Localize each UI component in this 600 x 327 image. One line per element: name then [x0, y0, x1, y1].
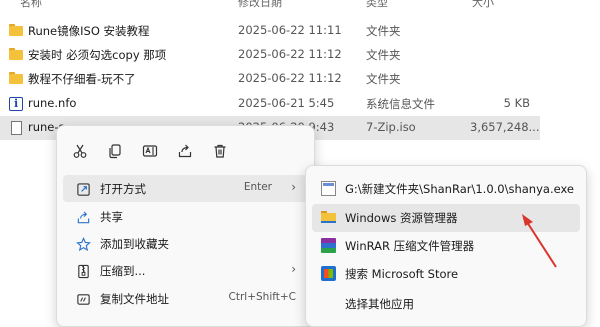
- share-icon: [75, 209, 91, 225]
- nfo-file-icon: [9, 97, 23, 111]
- app-icon: [321, 181, 336, 196]
- delete-button[interactable]: [207, 138, 233, 164]
- submenu-item-label: WinRAR 压缩文件管理器: [345, 239, 475, 253]
- column-header: 名称 修改日期 类型 大小: [0, 0, 600, 12]
- column-date[interactable]: 修改日期: [238, 0, 282, 10]
- delete-icon: [214, 144, 226, 158]
- folder-icon: [9, 24, 23, 38]
- file-date: 2025-06-22 11:12: [238, 71, 342, 85]
- file-size: 3,657,248...: [470, 120, 540, 134]
- file-type: 7-Zip.iso: [366, 120, 416, 134]
- menu-item-label: 共享: [100, 210, 123, 224]
- menu-item-compress-to[interactable]: 压缩到... ›: [63, 257, 308, 284]
- file-name: rune.nfo: [28, 96, 77, 110]
- file-row[interactable]: Rune镜像ISO 安装教程 2025-06-22 11:11 文件夹: [0, 19, 540, 43]
- file-size: 5 KB: [503, 96, 530, 110]
- menu-item-open-with[interactable]: 打开方式 Enter ›: [63, 175, 308, 202]
- file-date: 2025-06-22 11:12: [238, 47, 342, 61]
- cut-icon: [73, 144, 87, 158]
- file-name: Rune镜像ISO 安装教程: [28, 24, 150, 38]
- submenu-item-label: 搜索 Microsoft Store: [345, 267, 459, 281]
- submenu-item-label: G:\新建文件夹\ShanRar\1.0.0\shanya.exe: [345, 182, 575, 196]
- context-menu: 打开方式 Enter › 共享 添加到收藏夹 压缩到... › 复制文件地址 C…: [56, 125, 315, 327]
- menu-item-label: 添加到收藏夹: [100, 237, 169, 251]
- submenu-item-windows-explorer[interactable]: Windows 资源管理器: [312, 204, 580, 232]
- column-size[interactable]: 大小: [472, 0, 494, 10]
- explorer-icon: [321, 210, 336, 225]
- iso-file-icon: [11, 121, 22, 135]
- open-with-submenu: G:\新建文件夹\ShanRar\1.0.0\shanya.exe Window…: [305, 165, 587, 327]
- file-type: 系统信息文件: [366, 97, 435, 111]
- chevron-right-icon: ›: [291, 262, 296, 276]
- menu-item-shortcut: Ctrl+Shift+C: [228, 291, 296, 303]
- star-icon: [75, 236, 91, 252]
- submenu-item-shanya-exe[interactable]: G:\新建文件夹\ShanRar\1.0.0\shanya.exe: [312, 175, 580, 203]
- submenu-item-winrar[interactable]: WinRAR 压缩文件管理器: [312, 232, 580, 260]
- copy-button[interactable]: [102, 138, 128, 164]
- file-type: 文件夹: [366, 48, 401, 62]
- menu-item-copy-path[interactable]: 复制文件地址 Ctrl+Shift+C: [63, 285, 308, 312]
- menu-item-shortcut: Enter: [243, 181, 272, 193]
- file-type: 文件夹: [366, 72, 401, 86]
- copy-icon: [109, 144, 121, 159]
- menu-item-share[interactable]: 共享: [63, 203, 308, 230]
- rename-button[interactable]: [137, 138, 163, 164]
- file-type: 文件夹: [366, 24, 401, 38]
- share-icon: [178, 144, 192, 158]
- submenu-item-label: 选择其他应用: [345, 297, 414, 311]
- column-name[interactable]: 名称: [20, 0, 42, 10]
- chevron-right-icon: ›: [291, 180, 296, 194]
- compress-icon: [75, 263, 91, 279]
- submenu-item-label: Windows 资源管理器: [345, 211, 458, 225]
- rename-icon: [142, 145, 158, 157]
- file-row[interactable]: 安装时 必须勾选copy 那项 2025-06-22 11:12 文件夹: [0, 43, 540, 67]
- share-button[interactable]: [172, 138, 198, 164]
- file-name: 教程不仔细看-玩不了: [28, 72, 136, 86]
- cut-button[interactable]: [67, 138, 93, 164]
- winrar-icon: [321, 238, 336, 253]
- file-date: 2025-06-21 5:45: [238, 96, 335, 110]
- menu-item-label: 打开方式: [100, 182, 146, 196]
- store-icon: [321, 266, 336, 281]
- menu-item-label: 复制文件地址: [100, 292, 169, 306]
- menu-item-label: 压缩到...: [100, 264, 146, 278]
- open-with-icon: [75, 181, 91, 197]
- column-type[interactable]: 类型: [366, 0, 388, 10]
- quick-action-bar: [57, 126, 314, 172]
- file-row[interactable]: rune.nfo 2025-06-21 5:45 系统信息文件 5 KB: [0, 92, 540, 116]
- submenu-item-microsoft-store[interactable]: 搜索 Microsoft Store: [312, 260, 580, 288]
- copy-path-icon: [75, 291, 91, 307]
- folder-icon: [9, 48, 23, 62]
- submenu-item-choose-other-app[interactable]: 选择其他应用: [312, 290, 580, 318]
- menu-item-add-to-favorites[interactable]: 添加到收藏夹: [63, 230, 308, 257]
- folder-icon: [9, 72, 23, 86]
- file-name: 安装时 必须勾选copy 那项: [28, 48, 167, 62]
- file-row[interactable]: 教程不仔细看-玩不了 2025-06-22 11:12 文件夹: [0, 67, 540, 91]
- file-date: 2025-06-22 11:11: [238, 23, 342, 37]
